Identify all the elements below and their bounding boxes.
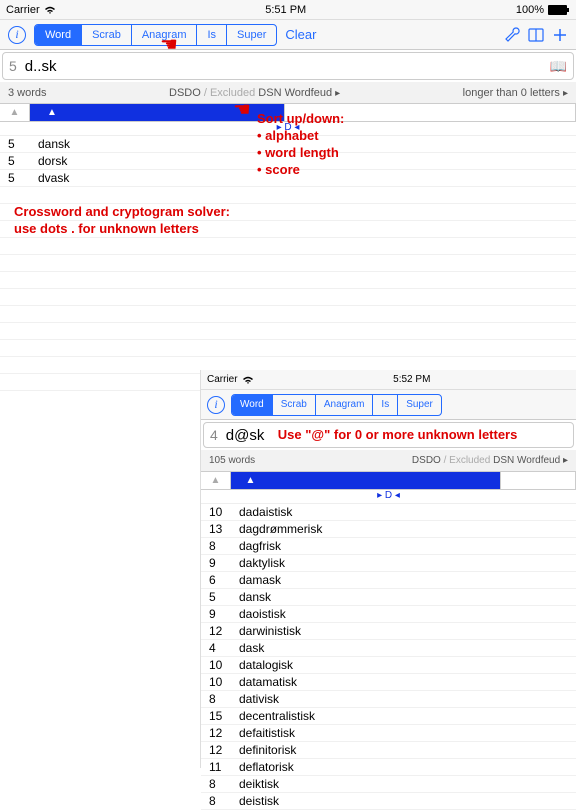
letter-count: 4 bbox=[210, 427, 218, 443]
list-item[interactable]: 10dadaistisk bbox=[201, 504, 576, 521]
result-list: 10dadaistisk13dagdrømmerisk8dagfrisk9dak… bbox=[201, 504, 576, 810]
sort-col-1[interactable]: ▲ bbox=[201, 472, 231, 489]
carrier-label: Carrier bbox=[6, 4, 40, 16]
sort-col-3[interactable] bbox=[501, 472, 576, 489]
search-bar[interactable]: 5 d..sk 📖 bbox=[2, 52, 574, 80]
battery-pct: 100% bbox=[516, 4, 544, 16]
seg-super[interactable]: Super bbox=[398, 395, 441, 415]
seg-is[interactable]: Is bbox=[373, 395, 398, 415]
hand-icon: ☚ bbox=[233, 97, 251, 122]
word-count: 105 words bbox=[209, 455, 255, 466]
seg-word[interactable]: Word bbox=[232, 395, 273, 415]
chevron-right-icon[interactable]: ▸ bbox=[335, 88, 340, 99]
list-item[interactable]: 8deiktisk bbox=[201, 776, 576, 793]
list-item[interactable]: 8dagfrisk bbox=[201, 538, 576, 555]
list-item[interactable]: 10datalogisk bbox=[201, 657, 576, 674]
annotation-solver: Crossword and cryptogram solver: use dot… bbox=[14, 204, 230, 238]
src-wordfeud: Wordfeud bbox=[517, 455, 560, 466]
mode-segmented[interactable]: Word Scrab Anagram Is Super bbox=[34, 24, 277, 46]
nested-screenshot: Carrier 5:52 PM i Word Scrab Anagram Is … bbox=[200, 370, 576, 768]
clear-button[interactable]: Clear bbox=[285, 27, 316, 42]
battery-icon bbox=[548, 5, 570, 15]
mode-segmented[interactable]: Word Scrab Anagram Is Super bbox=[231, 394, 442, 416]
info-icon[interactable]: i bbox=[8, 26, 26, 44]
list-item[interactable]: 4dask bbox=[201, 640, 576, 657]
wrench-icon[interactable] bbox=[504, 27, 520, 43]
list-item[interactable]: 5dansk bbox=[201, 589, 576, 606]
word-count: 3 words bbox=[8, 87, 47, 99]
status-bar: Carrier 5:52 PM bbox=[201, 370, 576, 390]
toolbar: i Word Scrab Anagram Is Super bbox=[201, 390, 576, 420]
add-icon[interactable] bbox=[552, 27, 568, 43]
list-item[interactable]: 12definitorisk bbox=[201, 742, 576, 759]
sort-col-2[interactable]: ▲ bbox=[231, 472, 501, 489]
list-item[interactable]: 9daktylisk bbox=[201, 555, 576, 572]
search-bar[interactable]: 4 d@sk Use "@" for 0 or more unknown let… bbox=[203, 422, 574, 448]
src-dsdo: DSDO bbox=[412, 455, 441, 466]
src-dsn: DSN bbox=[493, 455, 514, 466]
book-icon[interactable]: 📖 bbox=[550, 58, 567, 75]
bookmarks-icon[interactable] bbox=[528, 27, 544, 43]
list-item[interactable]: 8dativisk bbox=[201, 691, 576, 708]
list-item[interactable]: 12darwinistisk bbox=[201, 623, 576, 640]
seg-word[interactable]: Word bbox=[35, 25, 82, 45]
status-bar: Carrier 5:51 PM 100% bbox=[0, 0, 576, 20]
list-item[interactable]: 8deistisk bbox=[201, 793, 576, 810]
seg-scrab[interactable]: Scrab bbox=[273, 395, 316, 415]
list-item[interactable]: 12defaitistisk bbox=[201, 725, 576, 742]
src-wordfeud: Wordfeud bbox=[285, 87, 333, 99]
letter-count: 5 bbox=[9, 58, 17, 74]
wifi-icon bbox=[44, 5, 56, 15]
meta-bar: 105 words DSDO / Excluded DSN Wordfeud ▸ bbox=[201, 450, 576, 472]
time-label: 5:52 PM bbox=[393, 374, 430, 385]
seg-scrab[interactable]: Scrab bbox=[82, 25, 132, 45]
search-input[interactable]: d@sk bbox=[226, 427, 270, 444]
seg-anagram[interactable]: Anagram bbox=[316, 395, 374, 415]
sort-col-1[interactable]: ▲ bbox=[0, 104, 30, 121]
toolbar: i Word Scrab Anagram Is Super Clear bbox=[0, 20, 576, 50]
src-dsn: DSN bbox=[258, 87, 281, 99]
src-excluded: / Excluded bbox=[444, 455, 491, 466]
list-item[interactable]: 15decentralistisk bbox=[201, 708, 576, 725]
seg-is[interactable]: Is bbox=[197, 25, 227, 45]
time-label: 5:51 PM bbox=[265, 4, 306, 16]
annotation-sort: Sort up/down: • alphabet • word length •… bbox=[257, 111, 344, 179]
list-item[interactable]: 13dagdrømmerisk bbox=[201, 521, 576, 538]
seg-super[interactable]: Super bbox=[227, 25, 276, 45]
annotation-at: Use "@" for 0 or more unknown letters bbox=[278, 427, 518, 444]
list-item[interactable]: 9daoistisk bbox=[201, 606, 576, 623]
meta-bar: 3 words DSDO / Excluded DSN Wordfeud ▸ l… bbox=[0, 82, 576, 104]
hand-icon: ☚ bbox=[160, 32, 178, 57]
list-item[interactable]: 6damask bbox=[201, 572, 576, 589]
src-dsdo: DSDO bbox=[169, 87, 201, 99]
carrier-label: Carrier bbox=[207, 374, 238, 385]
list-item[interactable]: 10datamatisk bbox=[201, 674, 576, 691]
info-icon[interactable]: i bbox=[207, 396, 225, 414]
sort-bar: ▲ ▲ bbox=[201, 472, 576, 490]
filter-length[interactable]: longer than 0 letters ▸ bbox=[463, 87, 568, 99]
wifi-icon bbox=[242, 375, 254, 385]
search-input[interactable]: d..sk bbox=[25, 58, 542, 75]
chevron-right-icon[interactable]: ▸ bbox=[563, 455, 568, 466]
letter-header: ▸ D ◂ bbox=[201, 490, 576, 504]
